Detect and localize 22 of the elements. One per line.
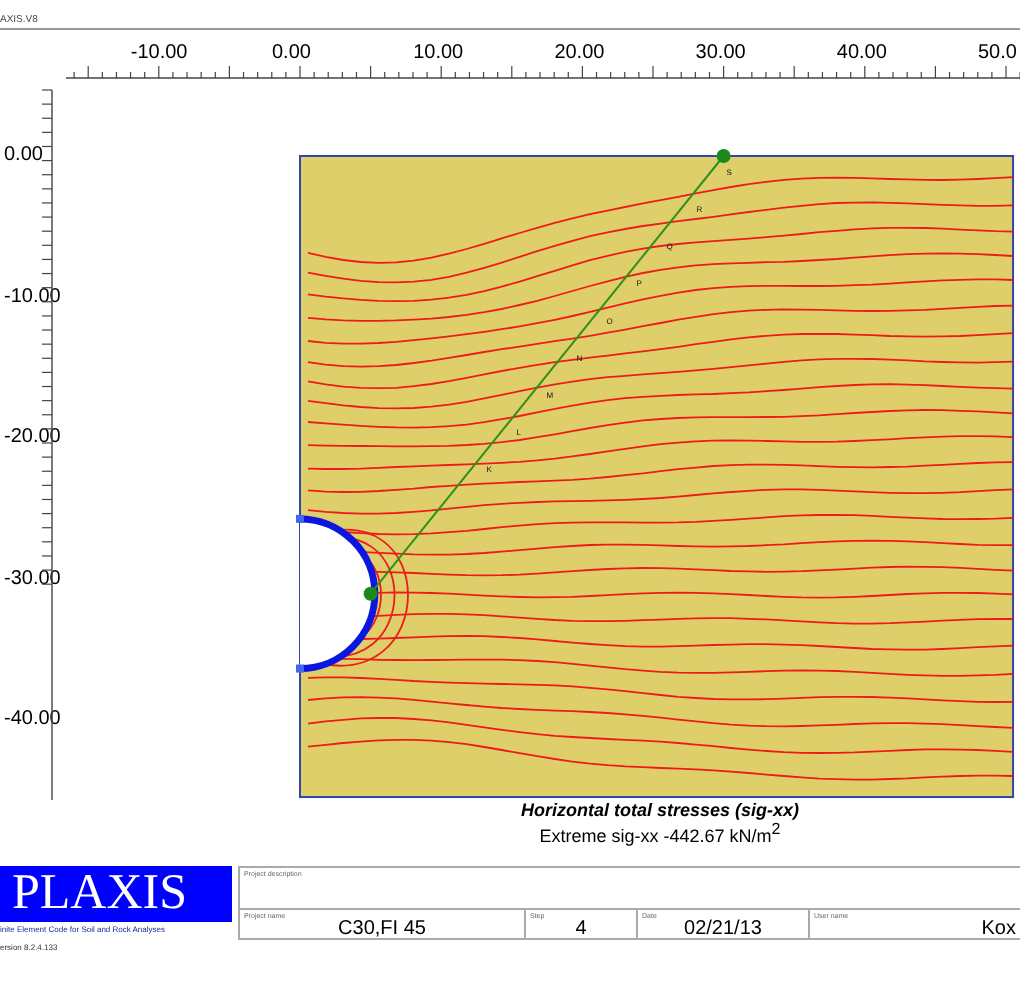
x-axis-label: 40.00	[836, 42, 887, 64]
x-axis-label: 10.00	[413, 42, 464, 64]
node-marker	[296, 664, 304, 673]
x-axis-label: 0.00	[272, 42, 311, 64]
y-axis-label: -20.00	[4, 426, 61, 449]
y-axis-label: -10.00	[4, 285, 61, 308]
plot-subtitle: Extreme sig-xx -442.67 kN/m$^{2}$	[539, 820, 781, 846]
y-axis-label: 0.00	[4, 144, 43, 166]
field-value: C30,FI 45	[338, 920, 426, 940]
node-marker	[296, 514, 304, 523]
x-axis-label: 20.00	[554, 42, 605, 64]
x-axis-label: 50.0	[978, 42, 1017, 64]
plot-title: Horizontal total stresses (sig-xx)	[520, 800, 800, 820]
x-axis-label: 30.00	[695, 42, 746, 64]
y-axis-label: -30.00	[4, 567, 61, 590]
field-value: 4	[575, 920, 587, 940]
field-value: 02/21/13	[684, 920, 762, 940]
field-value: Kox	[981, 920, 1016, 940]
section-point	[363, 586, 378, 601]
section-point	[716, 149, 731, 163]
y-axis-label: -40.00	[4, 708, 61, 731]
x-axis-label: -10.00	[130, 42, 188, 64]
